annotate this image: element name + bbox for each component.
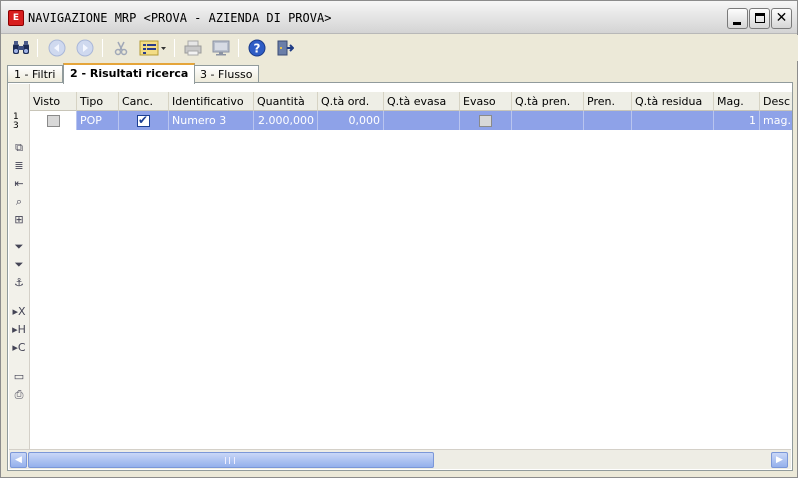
col-header-evaso[interactable]: Evaso: [460, 92, 512, 111]
toolbar-separator: [174, 39, 175, 57]
cell-mag[interactable]: 1: [714, 111, 760, 130]
toolbar-separator: [102, 39, 103, 57]
forward-icon[interactable]: [74, 38, 96, 58]
table-row[interactable]: POP Numero 3 2.000,000 0,000 1 mag.: [30, 111, 792, 130]
cell-identificativo[interactable]: Numero 3: [169, 111, 254, 130]
col-header-tipo[interactable]: Tipo: [77, 92, 119, 111]
toolbar: ?: [2, 35, 798, 61]
close-icon: ✕: [775, 10, 788, 26]
print-icon[interactable]: [182, 38, 204, 58]
filter-remove-icon[interactable]: ⏷: [12, 258, 26, 272]
app-icon[interactable]: E: [8, 10, 24, 26]
col-header-mag[interactable]: Mag.: [714, 92, 760, 111]
list-view-icon[interactable]: ≣: [12, 159, 26, 173]
minimize-icon: [733, 22, 741, 25]
horizontal-scrollbar[interactable]: ◀ ▶: [9, 449, 791, 469]
anchor-icon[interactable]: ⚓: [12, 276, 26, 290]
col-header-pren[interactable]: Pren.: [584, 92, 632, 111]
cell-evaso[interactable]: [460, 111, 512, 130]
cell-visto[interactable]: [30, 111, 77, 130]
tab-risultati-ricerca[interactable]: 2 - Risultati ricerca: [63, 63, 195, 84]
import-icon[interactable]: ⇤: [12, 177, 26, 191]
cut-icon[interactable]: [110, 38, 132, 58]
minimize-button[interactable]: [727, 8, 748, 29]
tab-filtri[interactable]: 1 - Filtri: [7, 65, 63, 83]
col-header-qta-evasa[interactable]: Q.tà evasa: [384, 92, 460, 111]
scroll-grip-icon: [225, 457, 235, 464]
grid-header: Visto Tipo Canc. Identificativo Quantità…: [30, 92, 792, 111]
cell-tipo[interactable]: POP: [77, 111, 119, 130]
cell-qta-evasa[interactable]: [384, 111, 460, 130]
cell-qta-pren[interactable]: [512, 111, 584, 130]
col-header-qta-residua[interactable]: Q.tà residua: [632, 92, 714, 111]
maximize-icon: [755, 13, 765, 23]
filter-icon[interactable]: ⏷: [12, 240, 26, 254]
title-bar[interactable]: E NAVIGAZIONE MRP <PROVA - AZIENDA DI PR…: [1, 1, 797, 34]
monitor-icon[interactable]: [210, 38, 232, 58]
close-button[interactable]: ✕: [771, 8, 792, 29]
export-html-icon[interactable]: ▸H: [12, 323, 26, 337]
col-header-qta-pren[interactable]: Q.tà pren.: [512, 92, 584, 111]
cell-pren[interactable]: [584, 111, 632, 130]
col-header-visto[interactable]: Visto: [30, 92, 77, 111]
side-toolbar: 13 ⧉ ≣ ⇤ ⌕ ⊞ ⏷ ⏷ ⚓ ▸X ▸H ▸C ▭ ⎙: [9, 84, 30, 450]
canc-checkbox[interactable]: [137, 112, 150, 129]
scroll-left-icon[interactable]: ◀: [10, 452, 27, 468]
col-header-quantita[interactable]: Quantità: [254, 92, 318, 111]
col-header-desc[interactable]: Desc: [760, 92, 792, 111]
evaso-checkbox[interactable]: [479, 115, 492, 127]
cell-qta-residua[interactable]: [632, 111, 714, 130]
preview-icon[interactable]: ▭: [12, 370, 26, 384]
list-options-icon[interactable]: [138, 38, 168, 58]
col-header-identificativo[interactable]: Identificativo: [169, 92, 254, 111]
results-grid: Visto Tipo Canc. Identificativo Quantità…: [30, 84, 792, 450]
toolbar-separator: [37, 39, 38, 57]
col-header-qta-ord[interactable]: Q.tà ord.: [318, 92, 384, 111]
export-excel-icon[interactable]: ▸X: [12, 305, 26, 319]
main-window: E NAVIGAZIONE MRP <PROVA - AZIENDA DI PR…: [0, 0, 798, 478]
fit-columns-icon[interactable]: ⊞: [12, 213, 26, 227]
scroll-right-icon[interactable]: ▶: [771, 452, 788, 468]
row-indicator: 13: [13, 112, 19, 131]
exit-icon[interactable]: [274, 38, 296, 58]
zoom-icon[interactable]: ⌕: [12, 195, 26, 209]
back-icon[interactable]: [46, 38, 68, 58]
col-header-canc[interactable]: Canc.: [119, 92, 169, 111]
toolbar-separator: [238, 39, 239, 57]
svg-text:?: ?: [254, 42, 261, 56]
cell-qta-ord[interactable]: 0,000: [318, 111, 384, 130]
export-csv-icon[interactable]: ▸C: [12, 341, 26, 355]
tab-flusso[interactable]: 3 - Flusso: [193, 65, 259, 83]
scroll-thumb[interactable]: [28, 452, 434, 468]
visto-checkbox[interactable]: [46, 115, 60, 127]
maximize-button[interactable]: [749, 8, 770, 29]
print-grid-icon[interactable]: ⎙: [12, 388, 26, 402]
cell-desc[interactable]: mag.: [760, 111, 792, 130]
help-icon[interactable]: ?: [246, 38, 268, 58]
window-title: NAVIGAZIONE MRP <PROVA - AZIENDA DI PROV…: [28, 11, 332, 25]
cell-quantita[interactable]: 2.000,000: [254, 111, 318, 130]
results-panel: 13 ⧉ ≣ ⇤ ⌕ ⊞ ⏷ ⏷ ⚓ ▸X ▸H ▸C ▭ ⎙ Visto Ti…: [7, 82, 793, 471]
copy-row-icon[interactable]: ⧉: [12, 141, 26, 155]
binoculars-icon[interactable]: [10, 38, 32, 58]
cell-canc[interactable]: [119, 111, 169, 130]
